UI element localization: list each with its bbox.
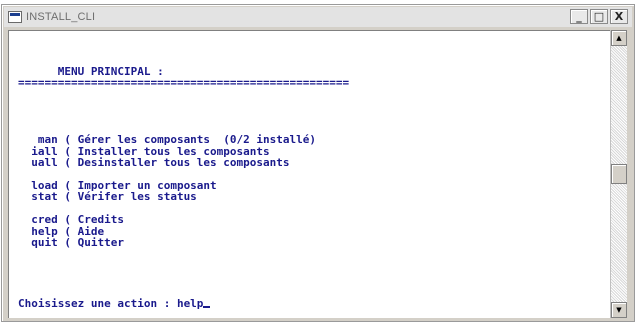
menu-item-quit: quit ( Quitter: [18, 236, 124, 250]
menu-text: MENU PRINCIPAL : =======================…: [18, 66, 349, 249]
triangle-up-icon: ▲: [616, 34, 622, 42]
menu-item-uall: uall ( Desinstaller tous les composants: [18, 156, 290, 170]
maximize-button[interactable]: □: [590, 9, 608, 24]
minimize-button[interactable]: _: [570, 9, 588, 24]
scroll-up-button[interactable]: ▲: [611, 30, 627, 46]
triangle-down-icon: ▼: [616, 306, 622, 314]
text-cursor: [203, 306, 211, 308]
console-window: INSTALL_CLI _ □ X MENU PRINCIPAL : =====…: [1, 4, 635, 322]
command-prompt[interactable]: Choisissez une action : help: [18, 297, 211, 310]
scrollbar-thumb[interactable]: [611, 164, 627, 184]
prompt-text[interactable]: Choisissez une action : help: [18, 297, 203, 310]
window-controls: _ □ X: [570, 9, 628, 24]
title-bar[interactable]: INSTALL_CLI _ □ X: [4, 7, 632, 27]
vertical-scrollbar[interactable]: ▲ ▼: [610, 30, 627, 318]
scroll-down-button[interactable]: ▼: [611, 302, 627, 318]
console-app-icon[interactable]: [8, 11, 22, 23]
window-title: INSTALL_CLI: [26, 11, 96, 23]
close-button[interactable]: X: [610, 9, 628, 24]
console-line: ========================================…: [18, 76, 350, 90]
menu-item-stat: stat ( Vérifer les status: [18, 190, 197, 204]
console-output[interactable]: MENU PRINCIPAL : =======================…: [8, 30, 610, 318]
